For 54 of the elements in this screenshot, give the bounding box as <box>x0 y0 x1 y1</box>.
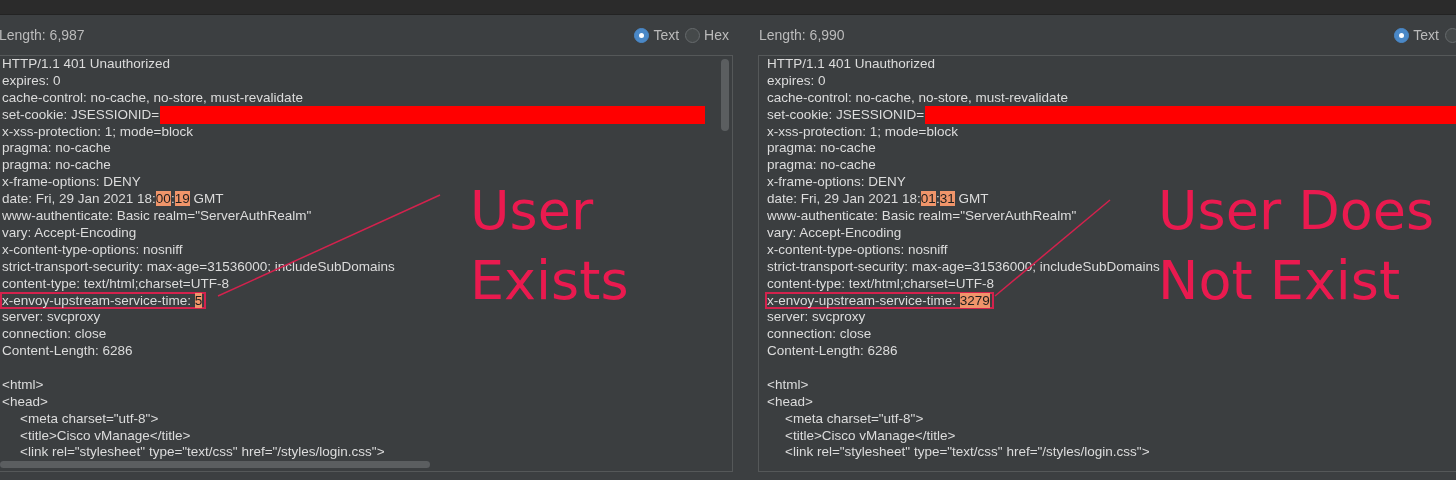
code-line: vary: Accept-Encoding <box>2 224 137 242</box>
code-line: <html> <box>2 376 44 394</box>
code-line: <head> <box>767 393 813 411</box>
code-line: HTTP/1.1 401 Unauthorized <box>2 56 171 73</box>
code-line: Content-Length: 6286 <box>767 343 898 361</box>
code-line: content-type: text/html;charset=UTF-8 <box>2 275 229 293</box>
view-mode-radio[interactable]: Text <box>634 27 680 43</box>
code-line: expires: 0 <box>767 72 826 90</box>
scrollbar-thumb[interactable] <box>0 461 430 468</box>
code-line: x-xss-protection: 1; mode=block <box>2 123 193 141</box>
code-line: set-cookie: JSESSIONID= <box>2 106 160 124</box>
scrollbar-thumb[interactable] <box>721 59 729 131</box>
code-line: Content-Length: 6286 <box>2 343 133 361</box>
code-line: cache-control: no-cache, no-store, must-revalidate <box>2 89 303 107</box>
code-line: x-content-type-options: nosniff <box>2 241 183 259</box>
code-line: expires: 0 <box>2 72 61 90</box>
text-editor[interactable] <box>758 55 1456 472</box>
text-editor[interactable] <box>0 55 733 472</box>
code-line: <meta charset="utf-8"> <box>20 410 159 428</box>
code-line: pragma: no-cache <box>2 140 111 158</box>
code-line: x-content-type-options: nosniff <box>767 241 948 259</box>
annotation-text: User Does Not Exist <box>1158 178 1435 314</box>
code-line: <link rel="stylesheet" type="text/css" href="/styles/login.css"> <box>785 444 1150 462</box>
code-line: www-authenticate: Basic realm="ServerAuthRealm" <box>2 208 312 225</box>
code-line: date: Fri, 29 Jan 2021 18:00:19 GMT <box>2 191 224 209</box>
code-line: set-cookie: JSESSIONID= <box>767 106 925 124</box>
code-line: <meta charset="utf-8"> <box>785 410 924 428</box>
annotation-text: User Exists <box>470 178 629 314</box>
code-line: <title>Cisco vManage</title> <box>20 427 191 445</box>
view-mode-radio[interactable] <box>1445 27 1456 43</box>
code-line: HTTP/1.1 401 Unauthorized <box>767 56 936 73</box>
code-line: server: svcproxy <box>767 309 866 327</box>
code-line: www-authenticate: Basic realm="ServerAuthRealm" <box>767 208 1077 225</box>
code-line: <head> <box>2 393 48 411</box>
code-line: pragma: no-cache <box>767 140 876 158</box>
code-line: x-frame-options: DENY <box>2 174 141 192</box>
code-line: x-xss-protection: 1; mode=block <box>767 123 958 141</box>
view-mode-radio[interactable]: Hex <box>685 27 729 43</box>
code-line: server: svcproxy <box>2 309 101 327</box>
code-line: cache-control: no-cache, no-store, must-revalidate <box>767 89 1068 107</box>
code-line: pragma: no-cache <box>767 157 876 175</box>
code-line: <title>Cisco vManage</title> <box>785 427 956 445</box>
code-line: connection: close <box>2 326 107 344</box>
code-line: <html> <box>767 376 809 394</box>
length-label: Length: 6,987 <box>0 27 85 43</box>
code-line: <link rel="stylesheet" type="text/css" href="/styles/login.css"> <box>20 444 385 462</box>
code-line: date: Fri, 29 Jan 2021 18:01:31 GMT <box>767 191 989 209</box>
code-line: x-frame-options: DENY <box>767 174 906 192</box>
code-line: vary: Accept-Encoding <box>767 224 902 242</box>
code-line: pragma: no-cache <box>2 157 111 175</box>
view-mode-radio[interactable]: Text <box>1394 27 1439 43</box>
code-line: connection: close <box>767 326 872 344</box>
length-label: Length: 6,990 <box>759 27 845 43</box>
code-line: content-type: text/html;charset=UTF-8 <box>767 275 994 293</box>
